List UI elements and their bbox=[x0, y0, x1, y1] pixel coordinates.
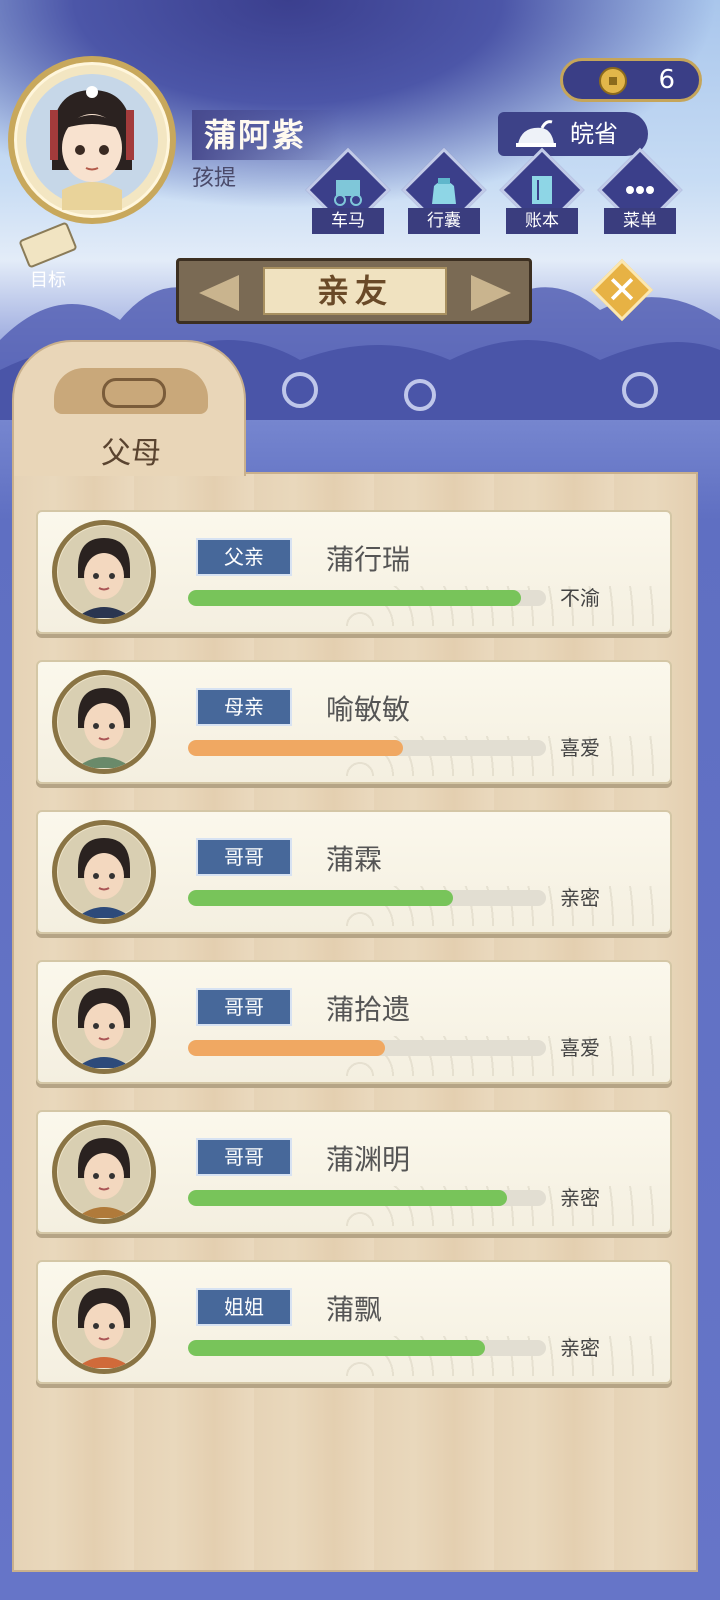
more-icon bbox=[626, 186, 654, 194]
relative-card[interactable]: 父亲 蒲行瑞不渝 bbox=[36, 510, 672, 634]
relation-badge: 哥哥 bbox=[196, 1138, 292, 1176]
relation-badge: 父亲 bbox=[196, 538, 292, 576]
bag-button[interactable]: 行囊 bbox=[401, 147, 487, 240]
relationship-status: 喜爱 bbox=[560, 736, 600, 760]
relation-badge: 哥哥 bbox=[196, 988, 292, 1026]
affinity-bar-fill bbox=[188, 1040, 385, 1056]
relative-name: 蒲拾遗 bbox=[326, 993, 411, 1026]
affinity-bar-fill bbox=[188, 590, 521, 606]
relationship-status: 亲密 bbox=[560, 1186, 600, 1210]
relation-badge: 姐姐 bbox=[196, 1288, 292, 1326]
tab-parents[interactable]: 父母 bbox=[12, 340, 246, 476]
relative-portrait bbox=[58, 676, 150, 768]
relative-avatar[interactable] bbox=[52, 1270, 156, 1374]
affinity-bar bbox=[188, 1040, 546, 1056]
relative-avatar[interactable] bbox=[52, 670, 156, 774]
relationship-status: 亲密 bbox=[560, 886, 600, 910]
affinity-bar-fill bbox=[188, 890, 453, 906]
menu-label: 菜单 bbox=[604, 208, 676, 234]
player-name: 蒲阿紫 bbox=[192, 110, 342, 160]
tab-ornament bbox=[54, 368, 208, 414]
carriage-label: 车马 bbox=[312, 208, 384, 234]
screen-title: 亲友 bbox=[263, 267, 447, 315]
ledger-button[interactable]: 账本 bbox=[499, 147, 585, 240]
relative-avatar[interactable] bbox=[52, 520, 156, 624]
province-label: 皖省 bbox=[570, 120, 618, 148]
affinity-bar-fill bbox=[188, 740, 403, 756]
affinity-bar bbox=[188, 1340, 546, 1356]
player-age-stage: 孩提 bbox=[192, 166, 237, 191]
bag-label: 行囊 bbox=[408, 208, 480, 234]
relative-avatar[interactable] bbox=[52, 820, 156, 924]
relative-card[interactable]: 母亲 喻敏敏喜爱 bbox=[36, 660, 672, 784]
relationship-status: 不渝 bbox=[560, 586, 600, 610]
close-button[interactable]: ✕ bbox=[590, 258, 654, 322]
currency-amount: 6 bbox=[658, 65, 675, 95]
tab-label: 父母 bbox=[101, 436, 161, 471]
relation-badge: 母亲 bbox=[196, 688, 292, 726]
relative-card[interactable]: 哥哥 蒲霖亲密 bbox=[36, 810, 672, 934]
currency-pill[interactable]: 6 bbox=[560, 58, 702, 102]
relation-badge: 哥哥 bbox=[196, 838, 292, 876]
relative-card[interactable]: 哥哥 蒲渊明亲密 bbox=[36, 1110, 672, 1234]
relative-portrait bbox=[58, 526, 150, 618]
relative-name: 蒲行瑞 bbox=[326, 543, 411, 576]
relative-card[interactable]: 哥哥 蒲拾遗喜爱 bbox=[36, 960, 672, 1084]
player-portrait bbox=[26, 74, 158, 210]
affinity-bar-fill bbox=[188, 1190, 507, 1206]
iron-icon bbox=[516, 120, 556, 147]
scroll-icon bbox=[18, 221, 78, 269]
coin-icon bbox=[599, 67, 627, 95]
carriage-button[interactable]: 车马 bbox=[305, 147, 391, 240]
carriage-icon bbox=[334, 180, 362, 206]
relationship-status: 喜爱 bbox=[560, 1036, 600, 1060]
close-icon: ✕ bbox=[606, 268, 638, 312]
relative-card[interactable]: 姐姐 蒲飘亲密 bbox=[36, 1260, 672, 1384]
relative-portrait bbox=[58, 826, 150, 918]
bag-icon bbox=[432, 178, 456, 204]
relationship-status: 亲密 bbox=[560, 1336, 600, 1360]
relative-name: 喻敏敏 bbox=[326, 693, 411, 726]
relative-portrait bbox=[58, 976, 150, 1068]
relative-name: 蒲飘 bbox=[326, 1293, 383, 1326]
relative-portrait bbox=[58, 1276, 150, 1368]
affinity-bar bbox=[188, 890, 546, 906]
screen-title-banner: 亲友 bbox=[176, 258, 532, 324]
affinity-bar bbox=[188, 590, 546, 606]
relative-avatar[interactable] bbox=[52, 1120, 156, 1224]
ledger-icon bbox=[532, 176, 552, 204]
province-button[interactable]: 皖省 bbox=[498, 112, 648, 156]
affinity-bar bbox=[188, 1190, 546, 1206]
goal-label: 目标 bbox=[30, 270, 66, 291]
ledger-label: 账本 bbox=[506, 208, 578, 234]
affinity-bar-fill bbox=[188, 1340, 486, 1356]
goal-button[interactable]: 目标 bbox=[12, 221, 88, 292]
affinity-bar bbox=[188, 740, 546, 756]
menu-button[interactable]: 菜单 bbox=[597, 147, 683, 240]
relative-name: 蒲渊明 bbox=[326, 1143, 411, 1176]
player-avatar[interactable] bbox=[8, 56, 176, 224]
relative-avatar[interactable] bbox=[52, 970, 156, 1074]
relative-portrait bbox=[58, 1126, 150, 1218]
relative-name: 蒲霖 bbox=[326, 843, 383, 876]
